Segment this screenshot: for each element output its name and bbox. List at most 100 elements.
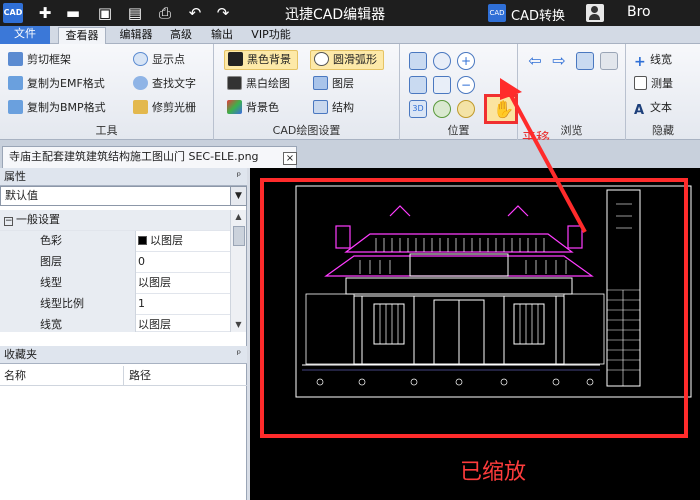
copy-emf-button[interactable]: 复制为EMF格式: [8, 74, 105, 94]
scrollbar-thumb[interactable]: [233, 226, 245, 246]
layers-button[interactable]: 图层: [313, 74, 354, 94]
tab-viewer[interactable]: 查看器: [58, 27, 106, 44]
save-as-icon[interactable]: ▤: [124, 3, 146, 23]
open-folder-icon[interactable]: ▬: [62, 3, 84, 23]
column-path[interactable]: 路径: [123, 366, 151, 386]
save-icon[interactable]: ▣: [94, 3, 116, 23]
bw-draw-button[interactable]: 黑白绘图: [227, 74, 290, 94]
property-row[interactable]: 线型比例 1: [0, 294, 230, 315]
property-name: 线型: [0, 273, 136, 294]
document-tab[interactable]: 寺庙主配套建筑建筑结构施工图山门 SEC-ELE.png ×: [2, 146, 297, 168]
trim-raster-button[interactable]: 修剪光栅: [133, 98, 196, 118]
favorites-columns: 名称 路径: [0, 366, 247, 386]
pin-icon[interactable]: ᵖ: [237, 346, 241, 364]
arrow-right-icon[interactable]: ⇨: [550, 52, 568, 70]
scroll-down-icon[interactable]: ▼: [231, 318, 246, 332]
text-button[interactable]: A 文本: [634, 98, 672, 118]
app-title: 迅捷CAD编辑器: [285, 7, 386, 23]
property-name: 色彩: [0, 231, 136, 252]
crop-frame-label: 剪切框架: [27, 53, 71, 66]
zoom-in-icon[interactable]: +: [457, 52, 475, 70]
property-value[interactable]: 以图层: [138, 273, 230, 293]
property-row[interactable]: 色彩 以图层: [0, 231, 230, 252]
properties-combo[interactable]: 默认值 ▼: [0, 186, 247, 206]
property-row[interactable]: 线宽 以图层: [0, 315, 230, 332]
zoom-search-icon[interactable]: [433, 52, 451, 70]
property-category[interactable]: − 一般设置: [0, 210, 230, 231]
points-icon: [133, 52, 148, 66]
tab-output[interactable]: 输出: [205, 27, 239, 44]
extents-icon[interactable]: [433, 76, 451, 94]
black-bg-icon: [228, 52, 243, 66]
zoom-window-icon[interactable]: [409, 52, 427, 70]
ribbon-group-position: + − 3D 位置: [400, 44, 518, 140]
column-name[interactable]: 名称: [4, 366, 26, 386]
title-bar: CAD ✚ ▬ ▣ ▤ ⎙ ↶ ↷ 迅捷CAD编辑器 CAD CAD转换 Bro: [0, 0, 700, 26]
crop-frame-button[interactable]: 剪切框架: [8, 50, 71, 70]
undo-icon[interactable]: ↶: [184, 3, 206, 23]
group-label-position: 位置: [447, 124, 470, 137]
user-icon[interactable]: [586, 4, 604, 22]
property-row[interactable]: 图层 0: [0, 252, 230, 273]
tab-file[interactable]: 文件: [0, 26, 50, 44]
new-file-icon[interactable]: ✚: [34, 3, 56, 23]
background-color-button[interactable]: 背景色: [227, 98, 279, 118]
structure-label: 结构: [332, 101, 354, 114]
zoom-out-icon[interactable]: −: [457, 76, 475, 94]
property-name: 图层: [0, 252, 136, 273]
property-scrollbar[interactable]: ▲ ▼: [230, 210, 246, 332]
show-points-button[interactable]: 显示点: [133, 50, 185, 70]
close-icon[interactable]: ×: [283, 152, 297, 165]
rotate-view-icon[interactable]: [576, 52, 594, 70]
linewidth-label: 线宽: [650, 53, 672, 66]
structure-button[interactable]: 结构: [313, 98, 354, 118]
pan-button[interactable]: ✋: [484, 94, 518, 124]
properties-title: 属性: [4, 170, 26, 183]
smooth-arc-label: 圆滑弧形: [333, 53, 377, 66]
arc-icon: [314, 52, 329, 66]
scroll-up-icon[interactable]: ▲: [231, 210, 246, 224]
collapse-icon[interactable]: −: [4, 217, 13, 226]
property-grid: − 一般设置 色彩 以图层 图层 0 线型 以图层 线型比例 1 线宽 以图层: [0, 210, 230, 332]
redo-icon[interactable]: ↷: [212, 3, 234, 23]
zoom-highlight-box: [260, 178, 688, 438]
property-value[interactable]: 以图层: [138, 231, 230, 251]
copy-bmp-button[interactable]: 复制为BMP格式: [8, 98, 106, 118]
crop-icon: [8, 52, 23, 66]
print-icon[interactable]: ⎙: [154, 3, 176, 23]
chevron-down-icon[interactable]: ▼: [230, 187, 246, 205]
3d-view-icon[interactable]: 3D: [409, 100, 427, 118]
color-swatch-icon: [138, 236, 147, 245]
fit-window-icon[interactable]: [409, 76, 427, 94]
copy-emf-label: 复制为EMF格式: [27, 77, 105, 90]
raster-icon: [133, 100, 148, 114]
group-label-tools: 工具: [95, 124, 118, 137]
tab-vip[interactable]: VIP功能: [246, 27, 296, 44]
measure-button[interactable]: 测量: [634, 74, 673, 94]
app-logo-icon: CAD: [3, 3, 23, 23]
property-row[interactable]: 线型 以图层: [0, 273, 230, 294]
pin-icon[interactable]: ᵖ: [237, 168, 241, 186]
zoom-previous-icon[interactable]: [457, 100, 475, 118]
property-value[interactable]: 1: [138, 294, 230, 314]
zoom-center-icon[interactable]: [433, 100, 451, 118]
black-background-button[interactable]: 黑色背景: [224, 50, 298, 70]
text-label: 文本: [650, 101, 672, 114]
cad-convert-icon[interactable]: CAD: [488, 4, 506, 22]
ribbon: 剪切框架 复制为EMF格式 复制为BMP格式 显示点 查找文字 修剪光栅 工具 …: [0, 44, 700, 147]
find-text-button[interactable]: 查找文字: [133, 74, 196, 94]
smooth-arc-button[interactable]: 圆滑弧形: [310, 50, 384, 70]
arrow-left-icon[interactable]: ⇦: [526, 52, 544, 70]
linewidth-button[interactable]: + 线宽: [634, 50, 672, 70]
tab-advanced[interactable]: 高级: [164, 27, 198, 44]
hand-pan-icon: ✋: [493, 100, 515, 120]
tab-editor[interactable]: 编辑器: [112, 27, 160, 44]
user-name[interactable]: Bro: [627, 4, 651, 20]
cad-convert-link[interactable]: CAD转换: [511, 5, 565, 24]
bg-color-label: 背景色: [246, 101, 279, 114]
property-value[interactable]: 以图层: [138, 315, 230, 335]
copy-view-icon[interactable]: [600, 52, 618, 70]
drawing-canvas[interactable]: 已缩放: [250, 168, 700, 500]
bw-draw-label: 黑白绘图: [246, 77, 290, 90]
property-value[interactable]: 0: [138, 252, 230, 272]
